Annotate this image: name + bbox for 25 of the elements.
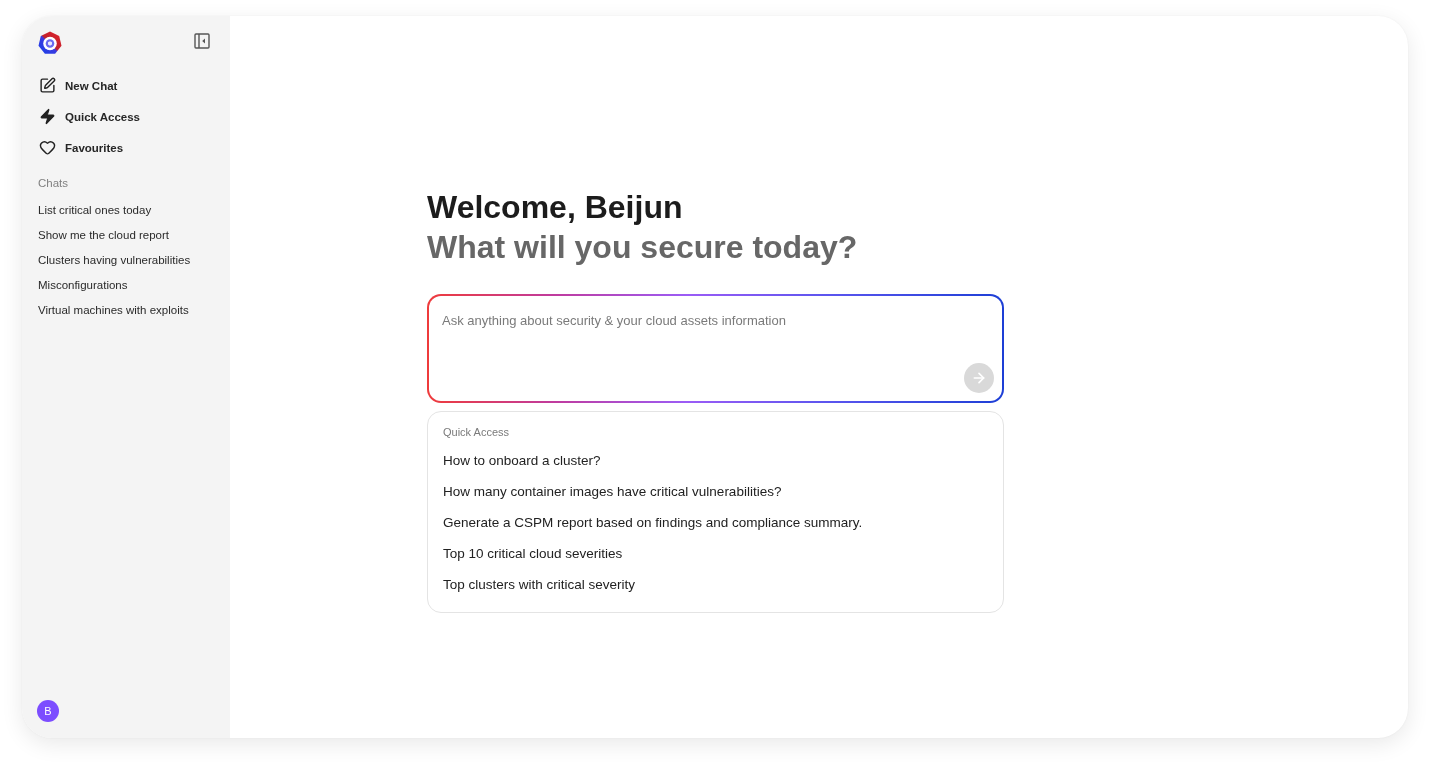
suggestion-item[interactable]: Generate a CSPM report based on findings and compliance summary. (443, 507, 863, 538)
lightning-icon (39, 108, 56, 125)
user-avatar[interactable]: B (37, 700, 59, 722)
panel-title: Quick Access (443, 425, 510, 439)
nav-item[interactable]: Favourites (38, 132, 124, 163)
sidebar-panel-icon (194, 32, 210, 49)
collapse-sidebar-button[interactable] (194, 32, 210, 49)
prompt-heading: What will you secure today? (427, 228, 858, 267)
chat-history-item[interactable]: List critical ones today (38, 197, 152, 222)
suggestion-item[interactable]: Top clusters with critical severity (443, 569, 636, 600)
nav-item[interactable]: New Chat (38, 70, 118, 101)
chat-history-item[interactable]: Clusters having vulnerabilities (38, 247, 191, 272)
suggestion-item[interactable]: How many container images have critical vulnerabilities? (443, 476, 782, 507)
chat-history-item[interactable]: Virtual machines with exploits (38, 297, 189, 322)
pen-square-icon (39, 77, 56, 94)
logo-icon (38, 31, 62, 55)
chat-input-field[interactable]: Ask anything about security & your cloud assets information (439, 308, 994, 363)
chat-history-item[interactable]: Misconfigurations (38, 272, 128, 297)
heart-icon (39, 139, 56, 156)
nav-item[interactable]: Quick Access (38, 101, 140, 132)
section-title: Chats (38, 176, 69, 191)
suggestion-item[interactable]: How to onboard a cluster? (443, 445, 601, 476)
welcome-heading: Welcome, Beijun (427, 188, 683, 226)
chat-history-item[interactable]: Show me the cloud report (38, 222, 170, 247)
suggestion-item[interactable]: Top 10 critical cloud severities (443, 538, 623, 569)
